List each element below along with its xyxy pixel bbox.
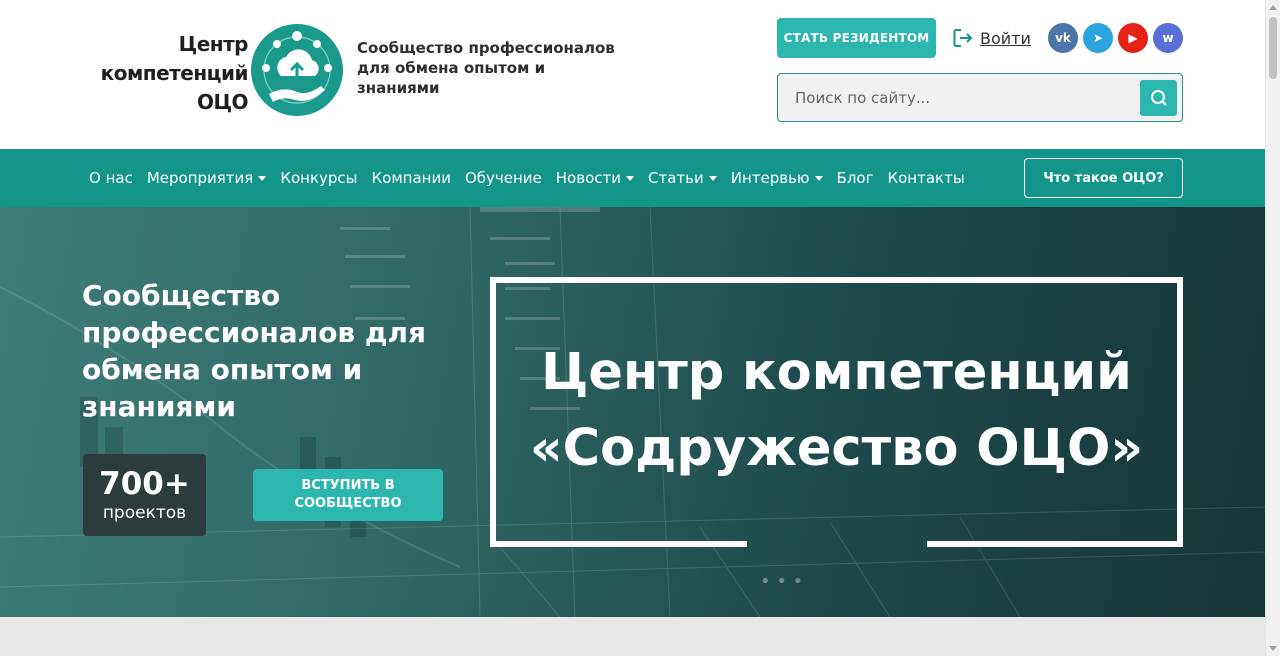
nav-label: Статьи — [647, 169, 704, 187]
logo-text[interactable]: Центр компетенций ОЦО — [82, 30, 249, 117]
nav-label: О нас — [89, 169, 133, 187]
svg-text:• • •: • • • — [760, 571, 803, 592]
login-icon — [953, 29, 973, 47]
login-label: Войти — [980, 28, 1031, 48]
nav-label: Контакты — [887, 169, 965, 187]
nav-item-blog[interactable]: Блог — [830, 169, 881, 187]
search-input[interactable] — [786, 81, 1136, 115]
nav-item-articles[interactable]: Статьи — [641, 169, 724, 187]
scroll-up-icon[interactable] — [1269, 5, 1277, 10]
stat-value: 700+ — [99, 466, 190, 502]
what-is-oco-button[interactable]: Что такое ОЦО? — [1024, 158, 1183, 198]
nav-item-news[interactable]: Новости — [549, 169, 641, 187]
nav-item-about[interactable]: О нас — [82, 169, 140, 187]
become-resident-button[interactable]: СТАТЬ РЕЗИДЕНТОМ — [777, 18, 936, 58]
nav-label: Компании — [371, 169, 451, 187]
scroll-down-icon[interactable] — [1269, 646, 1277, 651]
telegram-icon[interactable]: ➤ — [1083, 23, 1113, 53]
scrollbar-thumb[interactable] — [1269, 17, 1277, 79]
projects-stat: 700+ проектов — [83, 454, 206, 536]
nav-item-contacts[interactable]: Контакты — [880, 169, 971, 187]
nav-label: Интервью — [730, 169, 810, 187]
tagline: Сообщество профессионалов для обмена опы… — [357, 39, 615, 97]
nav-label: Мероприятия — [146, 169, 254, 187]
nav-item-interviews[interactable]: Интервью — [724, 169, 830, 187]
hero-frame-divider — [490, 541, 747, 547]
chevron-down-icon — [708, 175, 717, 181]
stat-label: проектов — [102, 503, 187, 523]
nav-label: Конкурсы — [280, 169, 358, 187]
nav-label: Обучение — [464, 169, 542, 187]
nav-item-contests[interactable]: Конкурсы — [273, 169, 364, 187]
vk-icon[interactable]: vk — [1048, 23, 1078, 53]
main-nav: О нас Мероприятия Конкурсы Компании Обуч… — [0, 149, 1265, 207]
logo-emblem-icon[interactable] — [251, 24, 343, 116]
chevron-down-icon — [625, 175, 634, 181]
page: Центр компетенций ОЦО Сообщество професс… — [0, 0, 1265, 656]
hero-banner: • • • Сообщество профессионалов для обме… — [0, 207, 1265, 617]
chevron-down-icon — [814, 175, 823, 181]
nav-label: Новости — [555, 169, 621, 187]
site-header: Центр компетенций ОЦО Сообщество професс… — [0, 0, 1265, 149]
nav-label: Блог — [836, 169, 874, 187]
hero-frame-title: Центр компетенций «Содружество ОЦО» — [529, 343, 1144, 478]
search-button[interactable] — [1140, 80, 1177, 116]
page-scrollbar[interactable] — [1265, 0, 1280, 656]
nav-item-events[interactable]: Мероприятия — [140, 169, 273, 187]
hero-title: Сообщество профессионалов для обмена опы… — [82, 279, 426, 423]
nav-item-education[interactable]: Обучение — [458, 169, 549, 187]
search-bar — [777, 73, 1183, 122]
logo-line-3: ОЦО — [196, 90, 249, 114]
login-link[interactable]: Войти — [952, 26, 1031, 50]
nav-item-companies[interactable]: Компании — [365, 169, 458, 187]
logo-line-2: компетенций — [100, 61, 249, 85]
wordstat-icon[interactable]: w — [1153, 23, 1183, 53]
chevron-down-icon — [258, 175, 267, 181]
search-icon — [1150, 90, 1167, 106]
join-community-button[interactable]: ВСТУПИТЬ В СООБЩЕСТВО — [253, 469, 443, 521]
nav-items: О нас Мероприятия Конкурсы Компании Обуч… — [82, 149, 972, 207]
logo-line-1: Центр — [178, 32, 249, 56]
hero-frame-divider — [927, 541, 1183, 547]
next-section — [0, 617, 1265, 656]
youtube-icon[interactable]: ▶ — [1118, 23, 1148, 53]
